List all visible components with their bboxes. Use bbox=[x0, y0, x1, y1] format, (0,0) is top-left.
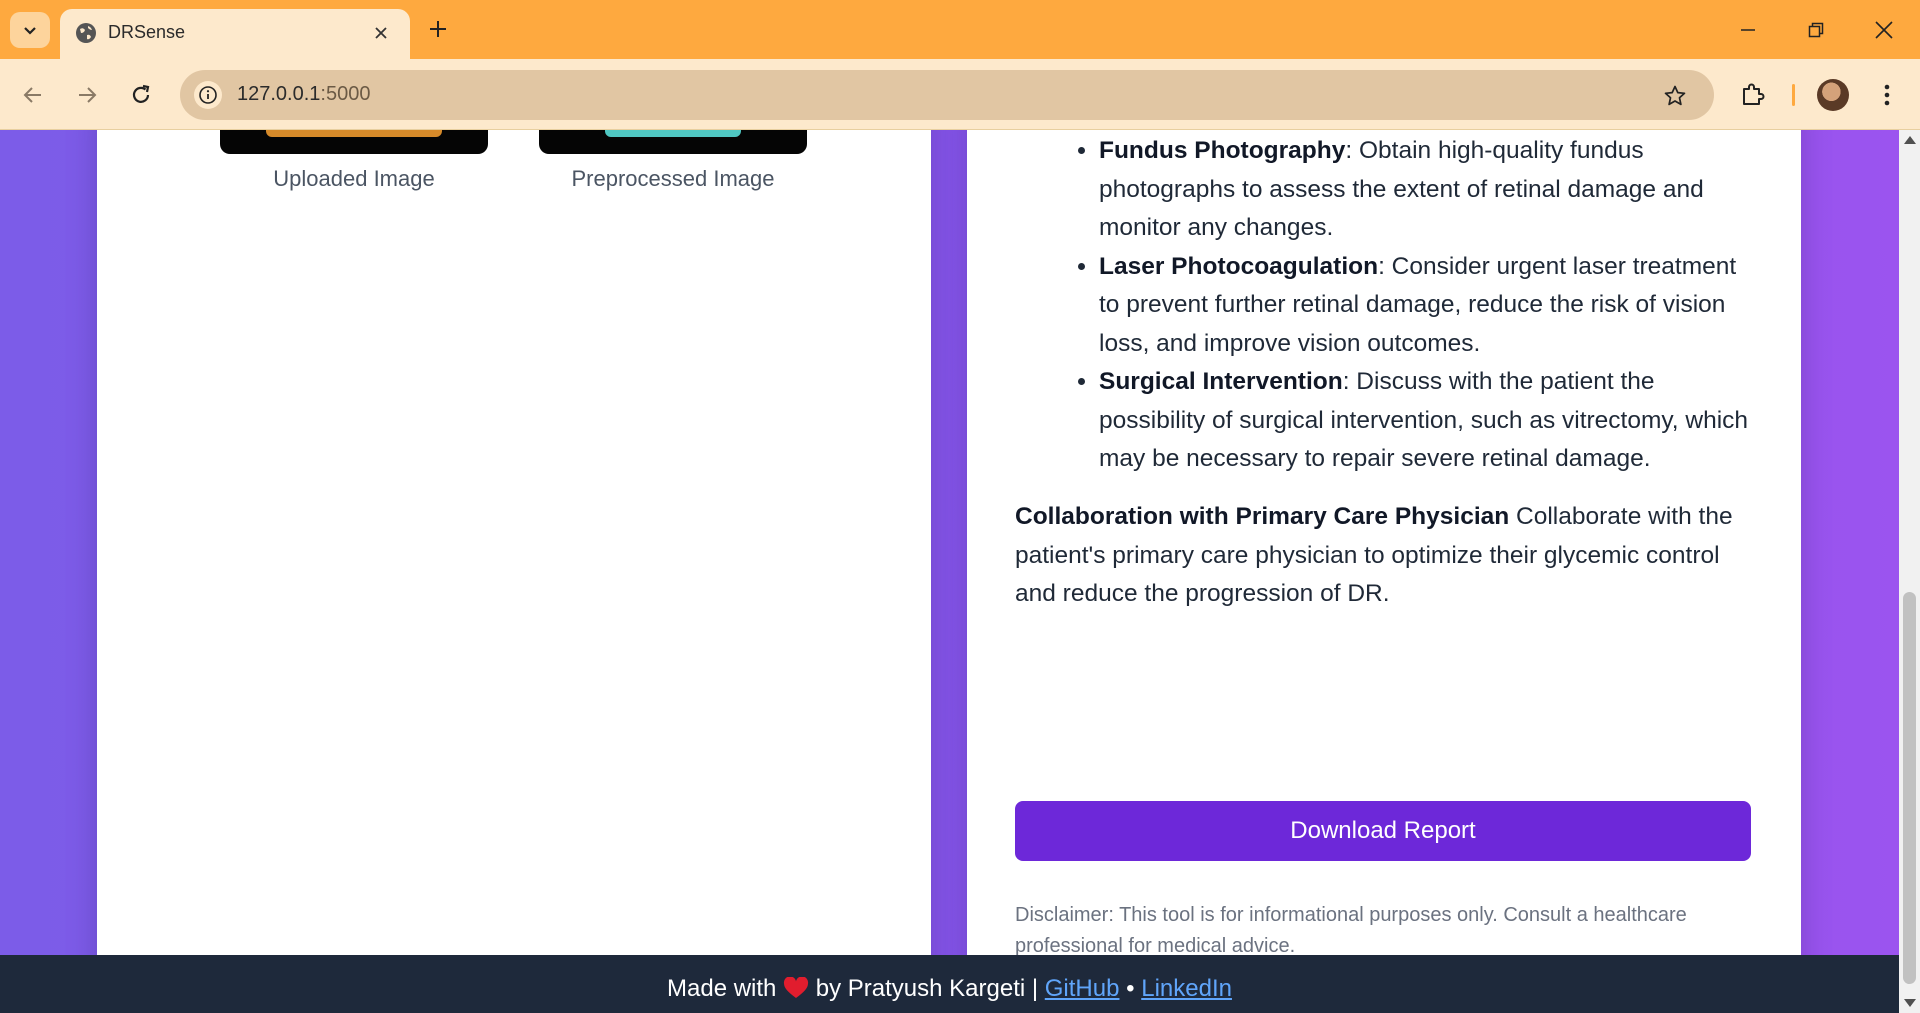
new-tab-button[interactable] bbox=[421, 12, 455, 46]
forward-icon bbox=[79, 87, 97, 103]
profile-avatar[interactable] bbox=[1817, 79, 1849, 111]
image-card: Uploaded Image Preprocessed Image bbox=[97, 130, 931, 1013]
back-button[interactable] bbox=[15, 77, 51, 113]
item-title: Fundus Photography bbox=[1099, 137, 1346, 164]
chevron-down-icon bbox=[24, 27, 36, 35]
browser-titlebar: DRSense bbox=[0, 0, 1920, 59]
browser-menu-button[interactable] bbox=[1872, 77, 1902, 113]
list-item: Laser Photocoagulation: Consider urgent … bbox=[1099, 248, 1755, 364]
reload-button[interactable] bbox=[123, 77, 159, 113]
footer-separator: | bbox=[1031, 975, 1039, 1002]
recommendation-list: Fundus Photography: Obtain high-quality … bbox=[1015, 132, 1755, 479]
bookmark-button[interactable] bbox=[1660, 81, 1690, 111]
url-host: 127.0.0.1 bbox=[237, 83, 321, 105]
minimize-button[interactable] bbox=[1714, 0, 1782, 59]
preprocessed-image bbox=[539, 130, 807, 154]
plus-icon bbox=[430, 21, 446, 37]
extensions-button[interactable] bbox=[1734, 76, 1772, 114]
info-icon bbox=[199, 86, 217, 104]
page-footer: Made with by Pratyush Kargeti | GitHub •… bbox=[0, 955, 1899, 1013]
forward-button[interactable] bbox=[69, 77, 105, 113]
page-viewport: Uploaded Image Preprocessed Image Fundus… bbox=[0, 130, 1899, 1013]
url-port: :5000 bbox=[320, 83, 371, 105]
list-item: Fundus Photography: Obtain high-quality … bbox=[1099, 132, 1755, 248]
kebab-menu-icon bbox=[1884, 84, 1890, 106]
browser-toolbar: 127.0.0.1:5000 bbox=[0, 59, 1920, 130]
url-text: 127.0.0.1:5000 bbox=[237, 83, 370, 106]
close-icon bbox=[1875, 20, 1893, 39]
item-title: Surgical Intervention bbox=[1099, 368, 1343, 395]
address-bar[interactable]: 127.0.0.1:5000 bbox=[180, 70, 1714, 120]
tab-search-button[interactable] bbox=[10, 12, 50, 48]
scrollbar-thumb[interactable] bbox=[1903, 592, 1916, 984]
item-title: Laser Photocoagulation bbox=[1099, 252, 1379, 280]
linkedin-link[interactable]: LinkedIn bbox=[1141, 975, 1232, 1002]
scroll-down-arrow[interactable] bbox=[1904, 999, 1916, 1007]
tab-title: DRSense bbox=[108, 22, 186, 42]
extensions-icon bbox=[1743, 83, 1765, 105]
github-link[interactable]: GitHub bbox=[1045, 975, 1120, 1002]
uploaded-image-caption: Uploaded Image bbox=[273, 166, 435, 191]
footer-made-with: Made with bbox=[667, 975, 777, 1002]
uploaded-image bbox=[220, 130, 488, 154]
browser-tab[interactable]: DRSense bbox=[60, 9, 410, 59]
toolbar-separator bbox=[1792, 84, 1795, 106]
disclaimer-text: Disclaimer: This tool is for information… bbox=[1015, 904, 1687, 957]
scroll-up-arrow[interactable] bbox=[1904, 136, 1916, 144]
list-item: Surgical Intervention: Discuss with the … bbox=[1099, 363, 1755, 479]
footer-author: by Pratyush Kargeti bbox=[815, 975, 1026, 1002]
heart-icon bbox=[784, 977, 809, 998]
close-window-button[interactable] bbox=[1850, 0, 1918, 59]
restore-icon bbox=[1808, 22, 1824, 37]
footer-dot: • bbox=[1126, 975, 1135, 1002]
report-card: Fundus Photography: Obtain high-quality … bbox=[967, 130, 1801, 1013]
collaboration-title: Collaboration with Primary Care Physicia… bbox=[1015, 503, 1510, 530]
preprocessed-image-caption: Preprocessed Image bbox=[571, 166, 775, 191]
collaboration-paragraph: Collaboration with Primary Care Physicia… bbox=[1015, 498, 1755, 614]
minimize-icon bbox=[1741, 28, 1755, 31]
close-icon bbox=[375, 27, 387, 39]
star-icon bbox=[1664, 85, 1686, 106]
site-info-button[interactable] bbox=[194, 81, 222, 109]
page-scrollbar[interactable] bbox=[1899, 130, 1920, 1013]
download-report-button[interactable]: Download Report bbox=[1015, 801, 1751, 861]
reload-icon bbox=[132, 84, 150, 103]
globe-icon bbox=[76, 23, 96, 43]
back-icon bbox=[23, 87, 41, 103]
restore-button[interactable] bbox=[1782, 0, 1850, 59]
tab-close-button[interactable] bbox=[368, 20, 394, 46]
